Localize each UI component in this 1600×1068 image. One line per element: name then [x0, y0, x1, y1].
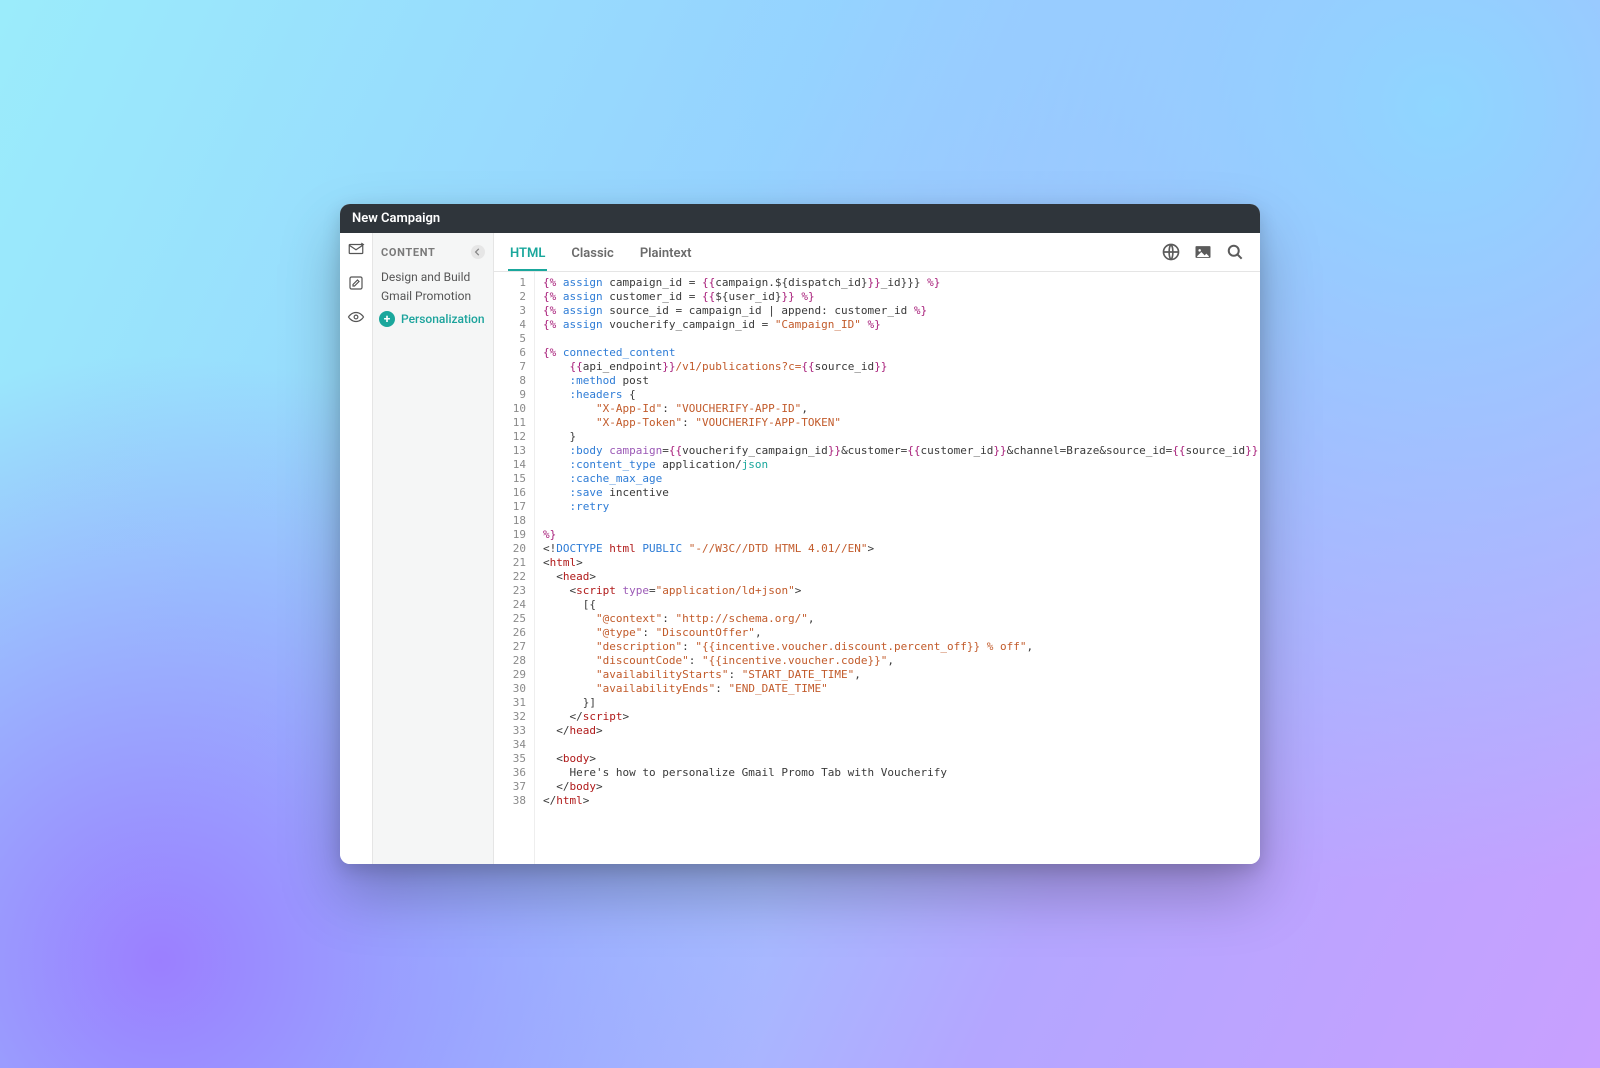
tab-plaintext[interactable]: Plaintext: [638, 246, 694, 271]
panel-header-label: CONTENT: [381, 246, 435, 259]
window-title: New Campaign: [340, 204, 1260, 233]
panel-add-personalization[interactable]: + Personalization: [379, 307, 487, 327]
panel-back-button[interactable]: [471, 245, 485, 259]
panel-item-label: Personalization: [401, 312, 485, 326]
eye-icon[interactable]: [346, 307, 366, 327]
tab-classic[interactable]: Classic: [569, 246, 615, 271]
tabs-row: HTML Classic Plaintext: [494, 233, 1260, 272]
panel-item-label: Design and Build: [381, 270, 470, 284]
panel-item-design-build[interactable]: Design and Build: [379, 267, 487, 288]
globe-icon[interactable]: [1160, 241, 1182, 263]
editor-toolbar: [1160, 241, 1246, 263]
editor-main: HTML Classic Plaintext 1234567891011121314…: [494, 233, 1260, 864]
envelope-icon[interactable]: [346, 239, 366, 259]
code-area[interactable]: {% assign campaign_id = {{campaign.${dis…: [535, 272, 1260, 864]
code-editor[interactable]: 1234567891011121314151617181920212223242…: [494, 272, 1260, 864]
plus-icon: +: [379, 311, 395, 327]
panel-header: CONTENT: [379, 241, 487, 267]
app-window: New Campaign CONTENT Design and Bu: [340, 204, 1260, 864]
compose-icon[interactable]: [346, 273, 366, 293]
tab-html[interactable]: HTML: [508, 246, 547, 271]
icon-rail: [340, 233, 373, 864]
editor-tabs: HTML Classic Plaintext: [508, 233, 693, 271]
image-icon[interactable]: [1192, 241, 1214, 263]
panel-item-gmail-promotion[interactable]: Gmail Promotion: [379, 286, 487, 307]
search-icon[interactable]: [1224, 241, 1246, 263]
workspace: CONTENT Design and Build Gmail Promotion…: [340, 233, 1260, 864]
panel-item-label: Gmail Promotion: [381, 289, 471, 303]
line-gutter: 1234567891011121314151617181920212223242…: [494, 272, 535, 864]
content-panel: CONTENT Design and Build Gmail Promotion…: [373, 233, 494, 864]
